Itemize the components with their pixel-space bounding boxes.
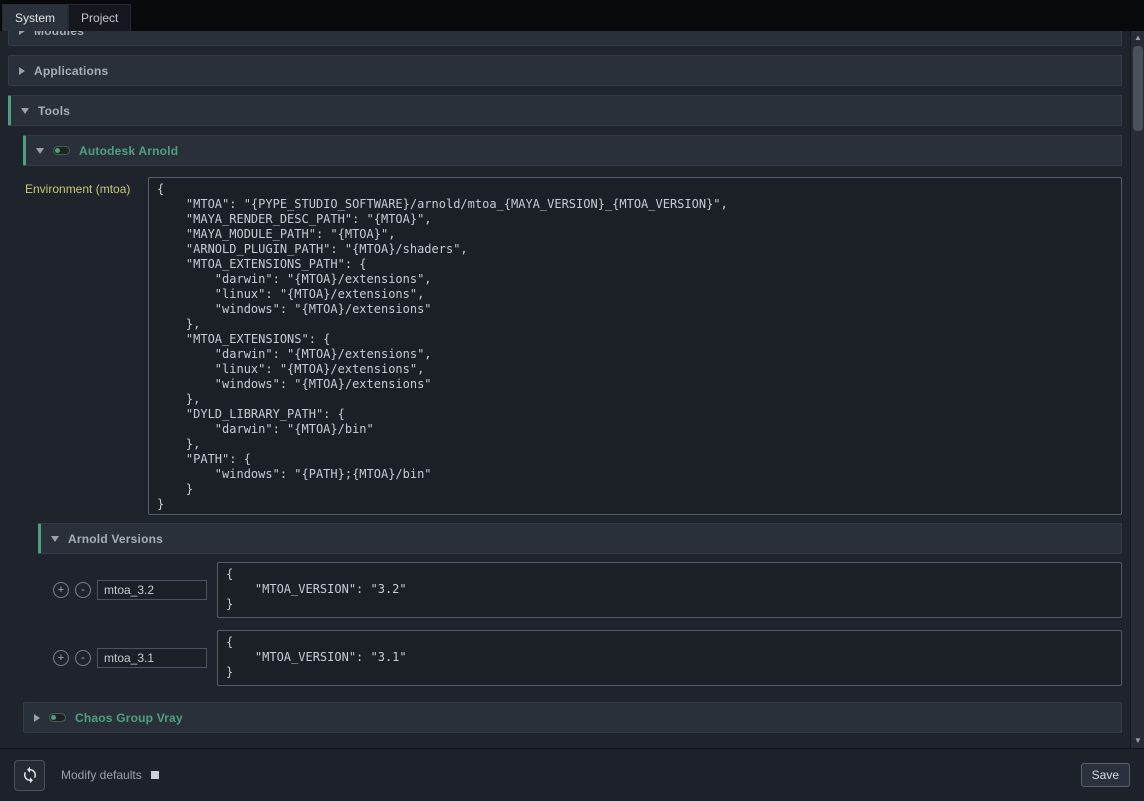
scrollbar[interactable]: ▲ ▼ — [1130, 31, 1144, 748]
section-title-tools: Tools — [38, 104, 70, 118]
settings-area: Modules Applications Tools Autodesk Arno… — [0, 31, 1144, 748]
environment-field-row: Environment (mtoa) { "MTOA": "{PYPE_STUD… — [25, 177, 1122, 515]
save-button[interactable]: Save — [1081, 763, 1130, 787]
remove-version-button[interactable]: - — [75, 650, 91, 666]
section-header-modules[interactable]: Modules — [8, 31, 1122, 46]
chevron-down-icon — [21, 108, 29, 114]
remove-version-button[interactable]: - — [75, 582, 91, 598]
vray-enabled-toggle[interactable] — [49, 713, 66, 722]
modify-defaults-indicator[interactable] — [151, 771, 159, 779]
chevron-down-icon — [36, 148, 44, 154]
modify-defaults-label: Modify defaults — [61, 768, 142, 782]
add-version-button[interactable]: + — [53, 650, 69, 666]
section-title-applications: Applications — [34, 64, 108, 78]
section-header-tools[interactable]: Tools — [8, 95, 1122, 126]
section-header-applications[interactable]: Applications — [8, 55, 1122, 86]
refresh-icon — [21, 766, 39, 784]
section-title-modules: Modules — [34, 31, 84, 38]
version-name-input[interactable] — [97, 648, 207, 668]
tab-bar: System Project — [0, 0, 1144, 31]
chevron-right-icon — [19, 67, 25, 75]
tab-system[interactable]: System — [2, 4, 68, 31]
arnold-version-row: + - { "MTOA_VERSION": "3.2" } — [53, 562, 1122, 618]
add-version-button[interactable]: + — [53, 582, 69, 598]
arnold-version-row: + - { "MTOA_VERSION": "3.1" } — [53, 630, 1122, 686]
section-header-autodesk-arnold[interactable]: Autodesk Arnold — [23, 135, 1122, 166]
scrollbar-up-arrow[interactable]: ▲ — [1131, 31, 1144, 45]
scrollbar-thumb[interactable] — [1133, 46, 1143, 131]
tab-project[interactable]: Project — [68, 4, 131, 31]
environment-mtoa-textarea[interactable]: { "MTOA": "{PYPE_STUDIO_SOFTWARE}/arnold… — [148, 177, 1122, 515]
section-header-chaos-group-vray[interactable]: Chaos Group Vray — [23, 702, 1122, 733]
chevron-right-icon — [34, 714, 40, 722]
version-value-textarea[interactable]: { "MTOA_VERSION": "3.1" } — [217, 630, 1122, 686]
environment-mtoa-label: Environment (mtoa) — [25, 177, 148, 515]
tools-section-body: Autodesk Arnold Environment (mtoa) { "MT… — [23, 135, 1122, 733]
settings-scroll-content: Modules Applications Tools Autodesk Arno… — [0, 31, 1130, 748]
section-title-autodesk-arnold: Autodesk Arnold — [79, 144, 178, 158]
section-header-arnold-versions[interactable]: Arnold Versions — [38, 523, 1122, 554]
scrollbar-down-arrow[interactable]: ▼ — [1131, 734, 1144, 748]
settings-window: System Project Modules Applications Tool… — [0, 0, 1144, 801]
version-value-textarea[interactable]: { "MTOA_VERSION": "3.2" } — [217, 562, 1122, 618]
section-title-chaos-group-vray: Chaos Group Vray — [75, 711, 183, 725]
footer-bar: Modify defaults Save — [0, 748, 1144, 801]
section-title-arnold-versions: Arnold Versions — [68, 532, 163, 546]
chevron-down-icon — [51, 536, 59, 542]
chevron-right-icon — [19, 31, 25, 35]
arnold-enabled-toggle[interactable] — [53, 146, 70, 155]
refresh-button[interactable] — [14, 760, 45, 791]
version-name-input[interactable] — [97, 580, 207, 600]
